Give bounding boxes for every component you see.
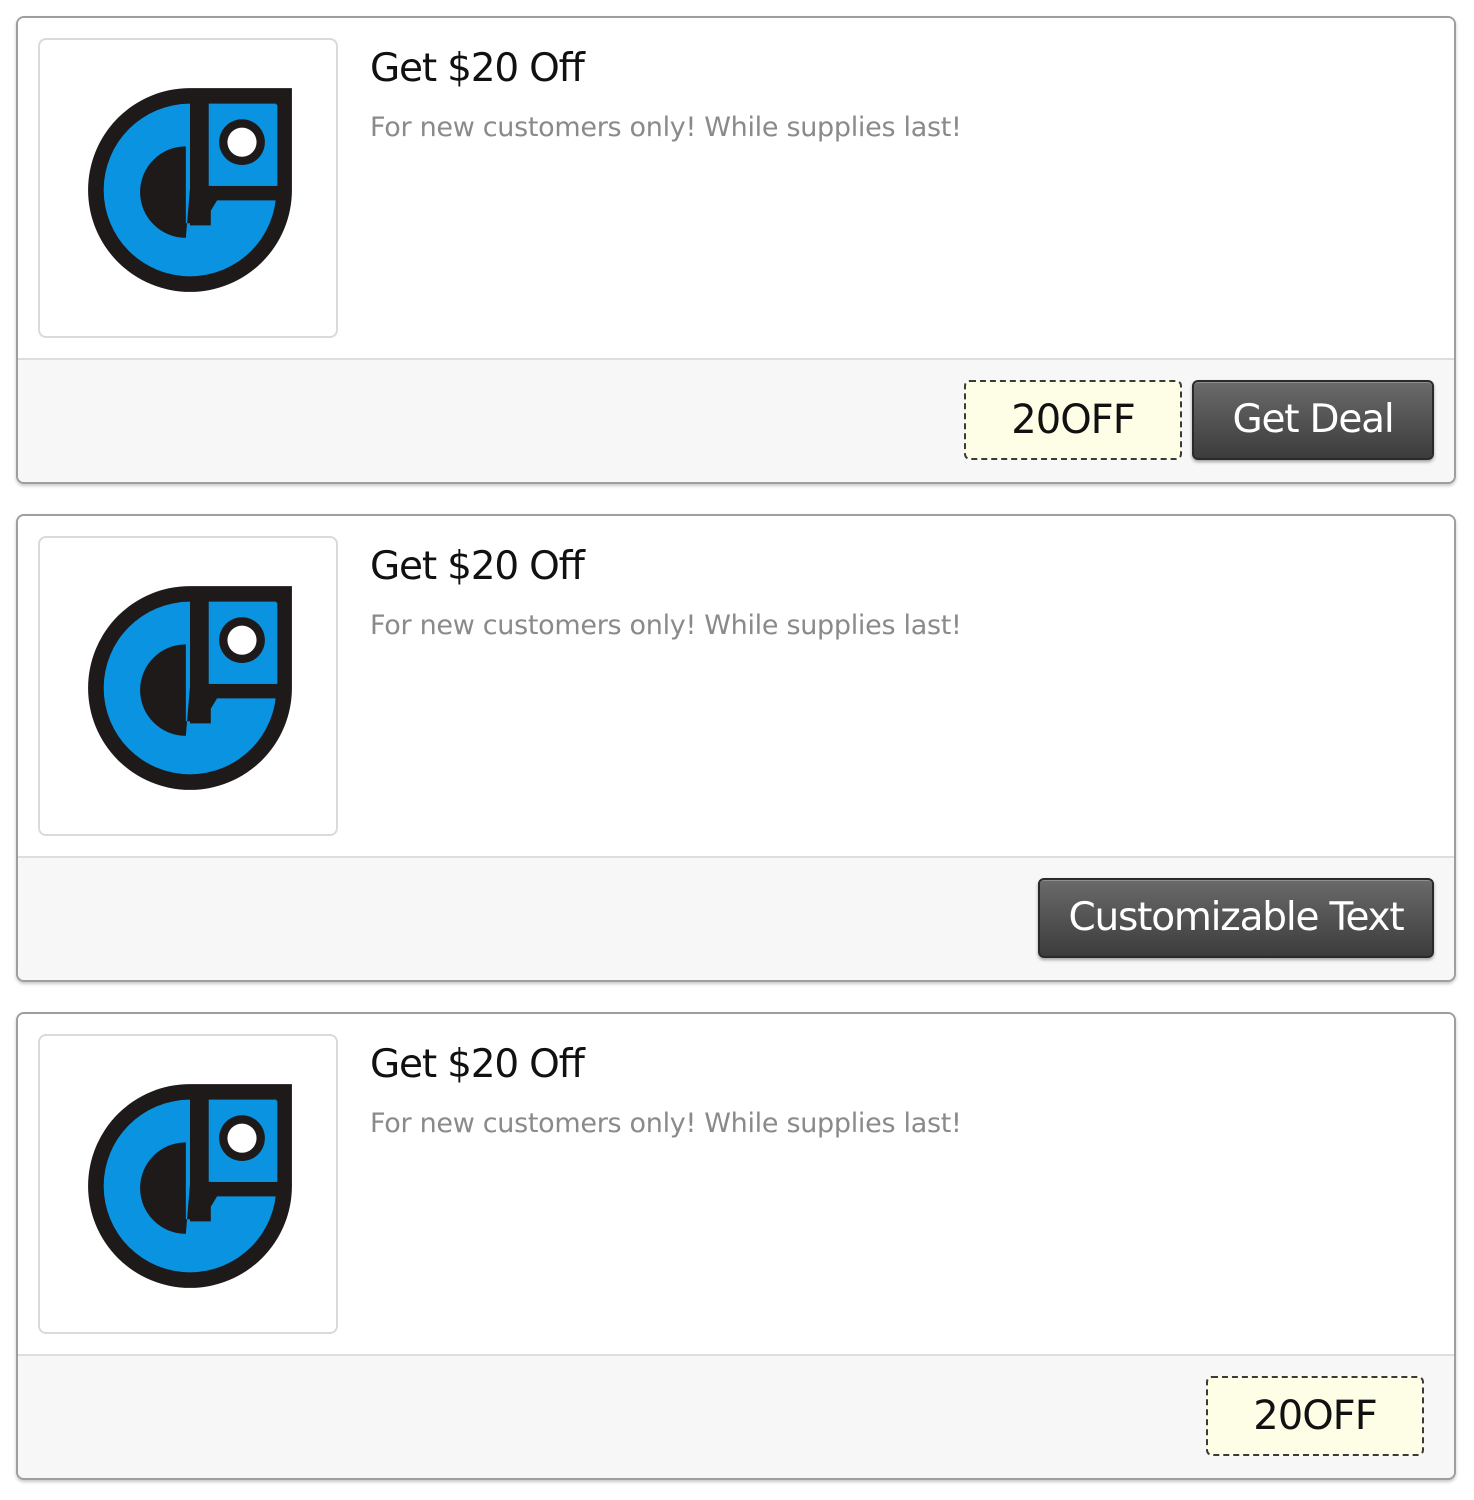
coupon-body: Get $20 Off For new customers only! Whil… [18, 516, 1454, 858]
coupon-card: Get $20 Off For new customers only! Whil… [16, 514, 1456, 982]
brand-logo-icon [88, 88, 292, 292]
coupon-logo [38, 38, 338, 338]
coupon-description: For new customers only! While supplies l… [370, 112, 962, 143]
coupon-footer: Customizable Text [18, 856, 1454, 980]
coupon-description: For new customers only! While supplies l… [370, 1108, 962, 1139]
coupon-logo [38, 1034, 338, 1334]
customizable-text-button[interactable]: Customizable Text [1038, 878, 1434, 958]
coupon-footer: 20OFF Get Deal [18, 358, 1454, 482]
coupon-code[interactable]: 20OFF [1206, 1376, 1424, 1456]
get-deal-button[interactable]: Get Deal [1192, 380, 1434, 460]
brand-logo-icon [88, 586, 292, 790]
coupon-code[interactable]: 20OFF [964, 380, 1182, 460]
brand-logo-icon [88, 1084, 292, 1288]
coupon-card: Get $20 Off For new customers only! Whil… [16, 16, 1456, 484]
coupon-title: Get $20 Off [370, 544, 585, 589]
coupon-title: Get $20 Off [370, 1042, 585, 1087]
coupon-title: Get $20 Off [370, 46, 585, 91]
coupon-footer: 20OFF [18, 1354, 1454, 1478]
coupon-body: Get $20 Off For new customers only! Whil… [18, 1014, 1454, 1356]
coupon-card: Get $20 Off For new customers only! Whil… [16, 1012, 1456, 1480]
coupon-body: Get $20 Off For new customers only! Whil… [18, 18, 1454, 360]
coupon-logo [38, 536, 338, 836]
coupon-description: For new customers only! While supplies l… [370, 610, 962, 641]
